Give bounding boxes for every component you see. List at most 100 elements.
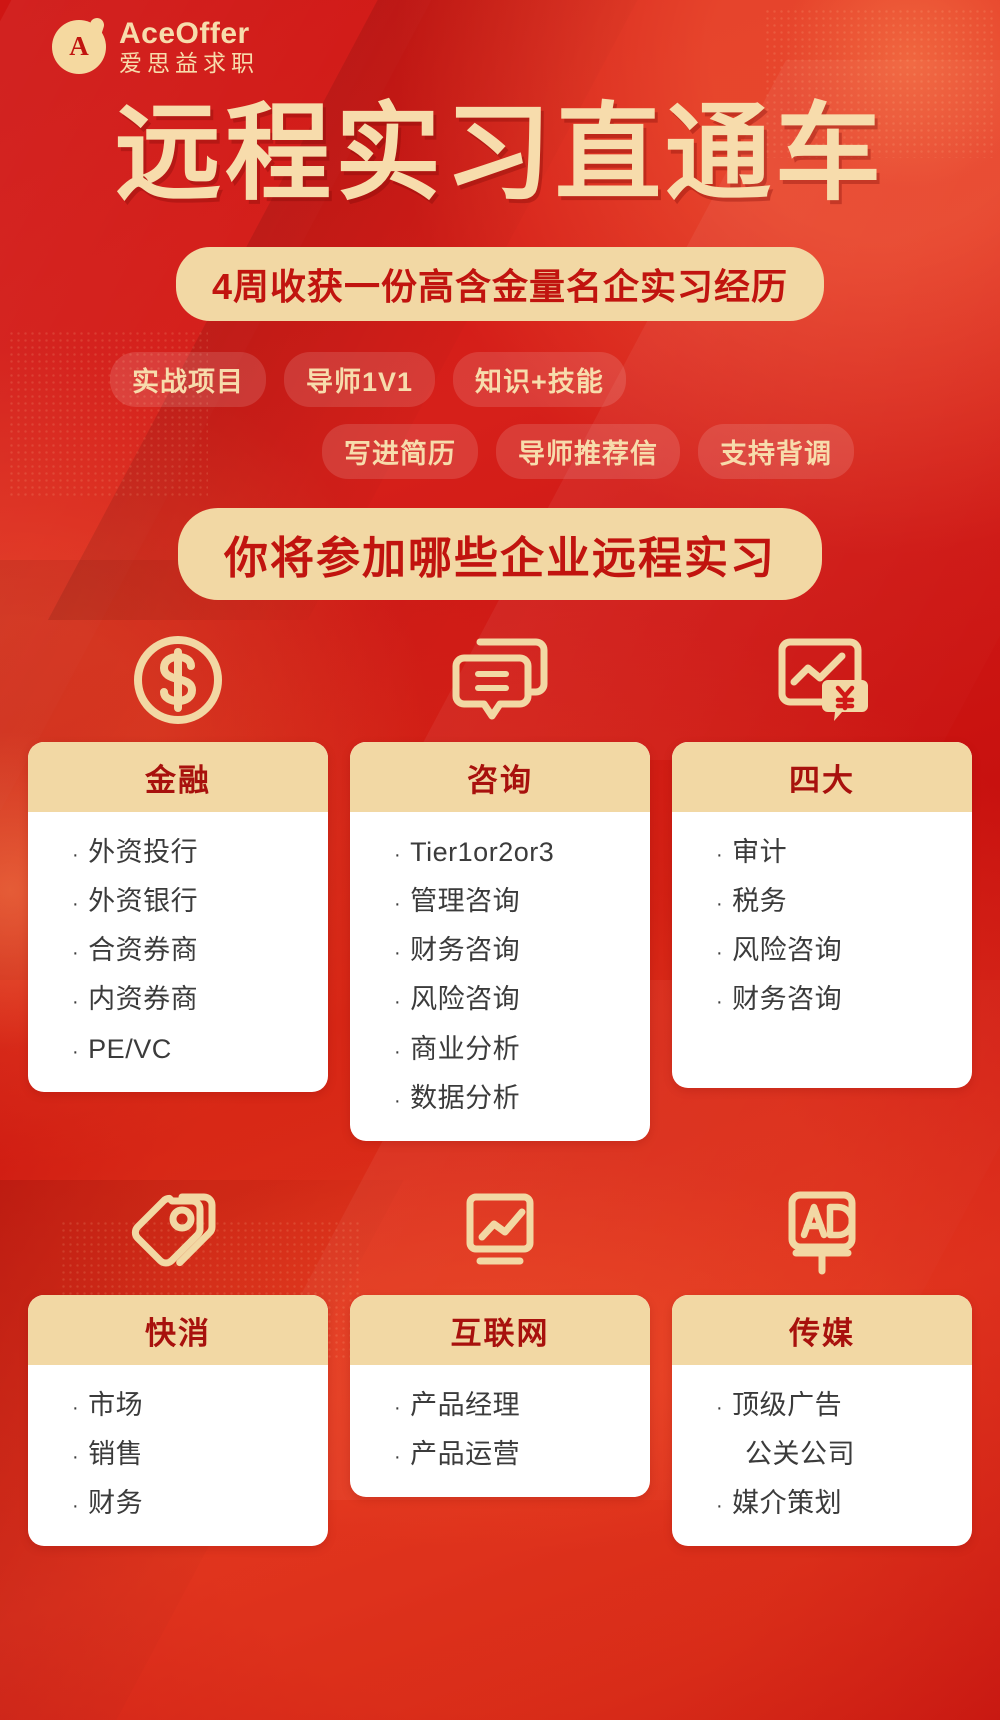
list-item-label: 合资券商 [88,935,199,966]
list-item: · 产品运营 [394,1430,650,1479]
industry-card-grid: 金融 · 外资投行 · 外资银行 · 合资券商 · 内资券商 · PE/VC 咨… [28,612,972,1547]
bullet-dot: · [72,1396,80,1419]
industry-card: 快消 · 市场 · 销售 · 财务 [28,1294,328,1547]
card-item-list: · Tier1or2or3 · 管理咨询 · 财务咨询 · 风险咨询 · 商业分析 · 数据… [350,812,650,1141]
subtitle-pill: 4周收获一份高含金量名企实习经历 [175,247,825,321]
list-item-label: 商业分析 [410,1033,521,1064]
industry-card: 传媒 · 顶级广告 公关公司 · 媒介策划 [672,1294,972,1547]
ad-board-icon [766,1165,878,1285]
bullet-dot: · [394,1089,402,1112]
logo-letter: A [69,31,89,62]
card-title: 四大 [672,742,972,812]
list-item-label: 数据分析 [410,1082,521,1113]
feature-tag: 导师1V1 [284,352,436,407]
card-title: 互联网 [350,1294,650,1365]
feature-tag: 导师推荐信 [496,424,680,479]
list-item-label: 税务 [732,886,788,917]
industry-card: 金融 · 外资投行 · 外资银行 · 合资券商 · 内资券商 · PE/VC [28,742,328,1092]
section-headline: 你将参加哪些企业远程实习 [178,508,822,600]
list-item-label: 公关公司 [745,1438,855,1469]
card-item-list: · 顶级广告 公关公司 · 媒介策划 [672,1365,972,1546]
card-row-2: 快消 · 市场 · 销售 · 财务 互联网 · 产品经理 · 产品运营 传媒 ·… [28,1165,972,1547]
bullet-dot: · [716,991,724,1014]
feature-tag: 知识+技能 [453,352,626,407]
list-item-label: 财务咨询 [732,984,843,1015]
industry-card: 四大 · 审计 · 税务 · 风险咨询 · 财务咨询 [672,742,972,1088]
list-item: · 媒介策划 [716,1479,972,1528]
feature-tag: 实战项目 [110,352,266,407]
chart-yen-icon [766,612,878,732]
list-item: · 财务咨询 [394,926,650,975]
bullet-dot: · [716,942,724,965]
industry-card: 互联网 · 产品经理 · 产品运营 [350,1294,650,1497]
card-item-list: · 产品经理 · 产品运营 [350,1365,650,1497]
bullet-dot: · [716,893,724,916]
list-item: · 数据分析 [394,1074,650,1123]
list-item-label: PE/VC [88,1033,172,1064]
feature-tag-row-1: 实战项目 导师1V1 知识+技能 [110,352,626,407]
list-item-label: 风险咨询 [732,935,843,966]
list-item-label: 媒介策划 [732,1488,843,1518]
bullet-dot: · [394,844,402,866]
list-item-label: 审计 [732,837,788,867]
bullet-dot: · [72,1495,80,1517]
list-item: · 审计 [716,828,972,877]
bullet-dot: · [394,1445,402,1468]
card-item-list: · 外资投行 · 外资银行 · 合资券商 · 内资券商 · PE/VC [28,812,328,1092]
list-item: · 风险咨询 [716,926,972,975]
brand-logo: A AceOffer 爱思益求职 [52,18,259,76]
list-item-label: 财务咨询 [410,935,521,966]
list-item-label: 风险咨询 [410,984,521,1015]
list-item: · 管理咨询 [394,877,650,926]
feature-tag: 支持背调 [698,424,854,479]
bullet-dot: · [72,1445,80,1468]
industry-column-fmcg: 快消 · 市场 · 销售 · 财务 [28,1165,328,1547]
bullet-dot: · [716,844,724,866]
page-title: 远程实习直通车 [115,95,885,213]
list-item: · 合资券商 [72,926,328,975]
feature-tag: 写进简历 [322,424,478,479]
chart-board-icon [444,1165,556,1285]
bullet-dot: · [394,893,402,916]
list-item: · 市场 [72,1381,328,1430]
list-item-label: 财务 [88,1488,144,1518]
price-tag-icon [122,1165,234,1285]
list-item-label: 产品经理 [410,1389,521,1420]
industry-column-consulting: 咨询 · Tier1or2or3 · 管理咨询 · 财务咨询 · 风险咨询 · 商业分析 … [350,612,650,1141]
bullet-dot: · [394,991,402,1014]
industry-column-finance: 金融 · 外资投行 · 外资银行 · 合资券商 · 内资券商 · PE/VC [28,612,328,1141]
list-item-label: 产品运营 [410,1438,521,1469]
card-title: 咨询 [350,742,650,812]
list-item-label: Tier1or2or3 [410,837,555,867]
logo-text-block: AceOffer 爱思益求职 [119,18,259,76]
list-item-label: 外资银行 [88,886,199,917]
list-item: · 外资投行 [72,828,328,877]
industry-column-internet: 互联网 · 产品经理 · 产品运营 [350,1165,650,1546]
list-item-label: 市场 [88,1389,144,1420]
list-item-label: 销售 [88,1438,144,1469]
list-item-label: 顶级广告 [732,1389,843,1420]
list-item-label: 外资投行 [88,837,199,867]
industry-column-big-four: 四大 · 审计 · 税务 · 风险咨询 · 财务咨询 [672,612,972,1141]
list-item: · PE/VC [72,1025,328,1074]
bullet-dot: · [716,1396,724,1419]
bullet-dot: · [716,1495,724,1517]
list-item-label: 管理咨询 [410,886,521,917]
bullet-dot: · [72,844,80,866]
list-item: · 销售 [72,1430,328,1479]
list-item: · Tier1or2or3 [394,828,650,877]
chat-bubbles-icon [444,612,556,732]
list-item: · 税务 [716,877,972,926]
industry-card: 咨询 · Tier1or2or3 · 管理咨询 · 财务咨询 · 风险咨询 · 商业分析 … [350,742,650,1141]
bullet-dot: · [72,991,80,1014]
logo-name-en: AceOffer [119,17,250,50]
bullet-dot: · [394,1396,402,1419]
logo-name-cn: 爱思益求职 [119,49,259,76]
logo-badge-icon: A [52,19,106,74]
dollar-circle-icon [126,612,230,732]
list-item: · 外资银行 [72,877,328,926]
bullet-dot: · [72,893,80,916]
card-item-list: · 审计 · 税务 · 风险咨询 · 财务咨询 [672,812,972,1088]
list-item: · 顶级广告 [716,1381,972,1430]
list-item: · 产品经理 [394,1381,650,1430]
